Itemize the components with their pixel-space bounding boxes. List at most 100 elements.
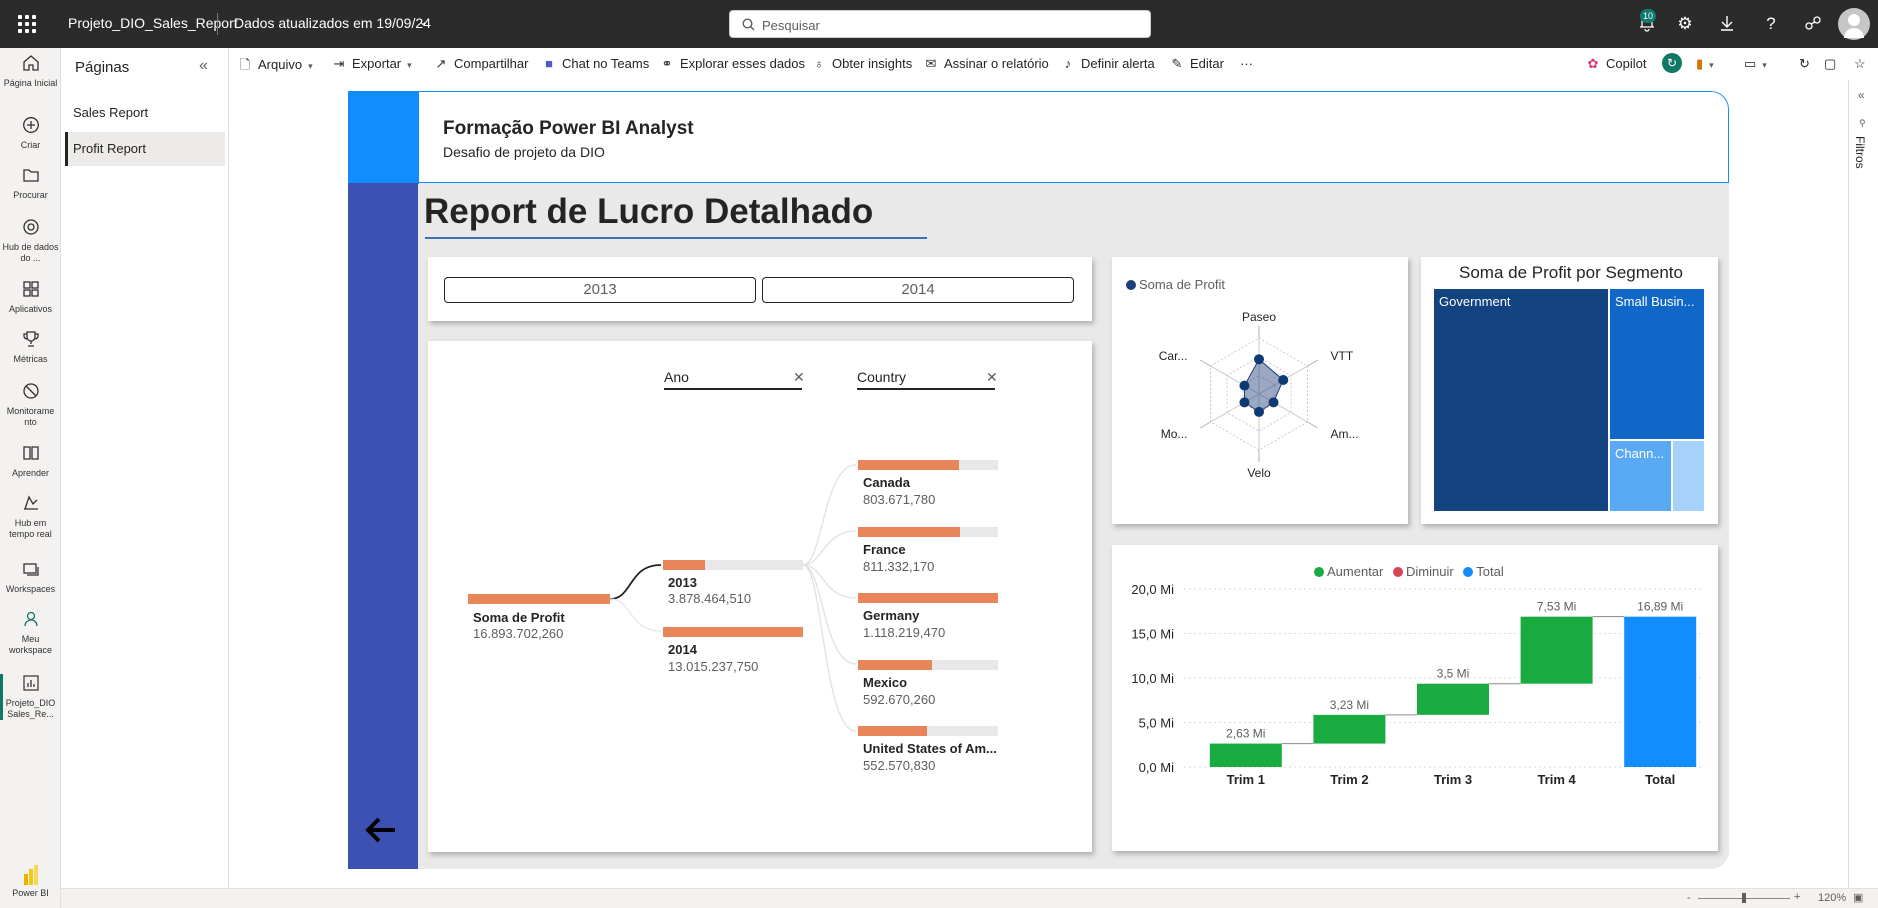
collapse-pane-icon[interactable]: « — [199, 57, 208, 75]
treemap-tile-government[interactable]: Government — [1434, 289, 1608, 511]
tree-node-root-bar[interactable] — [468, 594, 610, 604]
help-icon[interactable]: ? — [1760, 14, 1782, 34]
remove-level-icon[interactable]: ✕ — [986, 369, 998, 386]
explore-data-button[interactable]: ⚭ Explorar esses dados — [659, 56, 805, 72]
avatar[interactable] — [1838, 8, 1870, 40]
more-options-button[interactable]: ··· — [1240, 56, 1253, 71]
search-input[interactable]: Pesquisar — [762, 18, 820, 33]
level-header-ano[interactable]: Ano — [664, 369, 802, 390]
trophy-icon — [21, 330, 41, 350]
slicer-option-2013[interactable]: 2013 — [444, 277, 756, 303]
level-header-country[interactable]: Country — [857, 369, 995, 390]
status-bar: - + 120% ▣ — [61, 888, 1878, 908]
filters-label[interactable]: Filtros — [1853, 136, 1867, 169]
treemap-chart[interactable]: Soma de Profit por Segmento Government S… — [1421, 257, 1718, 524]
tree-node-mexico-bar[interactable] — [858, 660, 998, 670]
pencil-icon: ✎ — [1171, 56, 1183, 71]
file-icon: 🗋 — [239, 57, 251, 72]
chevron-down-icon[interactable]: ⌄ — [418, 14, 428, 28]
expand-filters-icon[interactable]: « — [1858, 88, 1865, 102]
settings-icon[interactable]: ⚙ — [1674, 14, 1696, 34]
divider — [217, 13, 218, 35]
nav-label: Monitoramento — [6, 406, 55, 427]
filters-rail[interactable]: « ⚲ — [1848, 80, 1878, 888]
set-alert-button[interactable]: ♪ Definir alerta — [1060, 56, 1155, 71]
bell-icon: ♪ — [1064, 56, 1072, 71]
nav-data-hub[interactable]: Hub de dados do ... — [0, 218, 61, 264]
tree-node-canada-bar[interactable] — [858, 460, 998, 470]
header-accent — [349, 92, 419, 184]
bookmark-icon[interactable]: ▮ ▾ — [1696, 56, 1714, 72]
radar-chart[interactable]: Soma de Profit Paseo VTT Am... Velo Mo... Car… — [1112, 257, 1408, 524]
view-icon[interactable]: ▭ ▾ — [1744, 56, 1767, 72]
comment-icon[interactable]: ▢ — [1824, 56, 1836, 72]
nav-create[interactable]: Criar — [0, 116, 61, 151]
file-menu-button[interactable]: 🗋 Arquivo ▾ — [237, 56, 313, 78]
report-name[interactable]: Projeto_DIO_Sales_Report — [68, 15, 238, 31]
export-menu-button[interactable]: ⇥ Exportar ▾ — [331, 56, 412, 72]
nav-current-report[interactable]: Projeto_DIO Sales_Re... — [0, 674, 58, 720]
radar-data-point — [1254, 354, 1264, 365]
chat-teams-label: Chat no Teams — [562, 56, 650, 71]
powerbi-logo[interactable]: Power BI — [0, 864, 61, 899]
tree-node-usa-bar[interactable] — [858, 726, 998, 736]
back-arrow-icon[interactable] — [364, 816, 398, 849]
monitor-icon — [21, 382, 41, 402]
tree-node-france-label: France — [863, 542, 906, 557]
zoom-out-icon[interactable]: - — [1687, 892, 1691, 904]
tree-node-germany-bar[interactable] — [858, 593, 998, 603]
copilot-button[interactable]: ✿ Copilot — [1585, 56, 1647, 72]
waterfall-chart[interactable]: Aumentar Diminuir Total 0,0 Mi 5,0 Mi 10,0… — [1112, 545, 1718, 851]
tree-node-2014-bar[interactable] — [663, 627, 803, 637]
search-box[interactable]: Pesquisar — [729, 10, 1151, 38]
nav-home[interactable]: Página Inicial — [0, 54, 61, 89]
remove-level-icon[interactable]: ✕ — [793, 369, 805, 386]
fit-page-icon[interactable]: ▣ — [1853, 891, 1863, 904]
x-tick-label: Trim 3 — [1434, 772, 1472, 787]
page-item-sales-report[interactable]: Sales Report — [65, 96, 225, 130]
folder-icon — [21, 166, 41, 186]
chat-teams-button[interactable]: ■ Chat no Teams — [541, 56, 649, 71]
data-hub-icon — [21, 218, 41, 238]
radar-label-leader — [1307, 359, 1319, 367]
refresh-visuals-icon[interactable]: ↻ — [1662, 53, 1682, 73]
share-feedback-icon[interactable] — [1802, 14, 1824, 37]
apps-icon — [21, 280, 41, 300]
slicer-option-2014[interactable]: 2014 — [762, 277, 1074, 303]
file-label: Arquivo — [258, 57, 303, 72]
app-launcher-icon[interactable] — [18, 15, 36, 33]
edit-button[interactable]: ✎ Editar — [1169, 56, 1224, 72]
nav-apps[interactable]: Aplicativos — [0, 280, 61, 315]
zoom-in-icon[interactable]: + — [1794, 891, 1800, 903]
radar-data-point — [1268, 397, 1279, 408]
zoom-slider-thumb[interactable] — [1742, 893, 1746, 903]
alert-label: Definir alerta — [1081, 56, 1155, 71]
download-icon[interactable] — [1716, 14, 1738, 37]
treemap-tile-channel[interactable]: Chann... — [1610, 441, 1671, 511]
data-updated-label[interactable]: Dados atualizados em 19/09/24 — [234, 15, 431, 31]
share-label: Compartilhar — [454, 56, 529, 71]
subscribe-button[interactable]: ✉ Assinar o relatório — [923, 56, 1049, 72]
chevron-down-icon: ▾ — [407, 60, 412, 70]
y-tick-label: 5,0 Mi — [1139, 716, 1175, 731]
nav-monitoring[interactable]: Monitoramento — [0, 382, 61, 428]
treemap-tile-other[interactable] — [1673, 441, 1704, 511]
nav-my-workspace[interactable]: Meu workspace — [0, 610, 61, 656]
tree-node-france-bar[interactable] — [858, 527, 998, 537]
share-icon: ↗ — [435, 56, 447, 71]
action-bar: 🗋 Arquivo ▾ ⇥ Exportar ▾ ↗ Compartilhar ■ Chat… — [229, 48, 1866, 80]
share-button[interactable]: ↗ Compartilhar — [433, 56, 529, 72]
tree-node-2013-bar[interactable] — [663, 560, 803, 570]
nav-browse[interactable]: Procurar — [0, 166, 61, 201]
nav-workspaces[interactable]: Workspaces — [0, 560, 61, 595]
nav-label: Workspaces — [5, 584, 56, 594]
page-item-profit-report[interactable]: Profit Report — [65, 132, 225, 166]
nav-metrics[interactable]: Métricas — [0, 330, 61, 365]
reload-icon[interactable]: ↻ — [1799, 56, 1810, 72]
treemap-tile-small-business[interactable]: Small Busin... — [1610, 289, 1704, 439]
nav-label: Hub de dados do ... — [2, 242, 59, 263]
nav-realtime-hub[interactable]: Hub em tempo real — [0, 494, 61, 540]
insights-button[interactable]: ♁ Obter insights — [811, 56, 912, 71]
star-icon[interactable]: ☆ — [1854, 56, 1866, 72]
nav-learn[interactable]: Aprender — [0, 444, 61, 479]
